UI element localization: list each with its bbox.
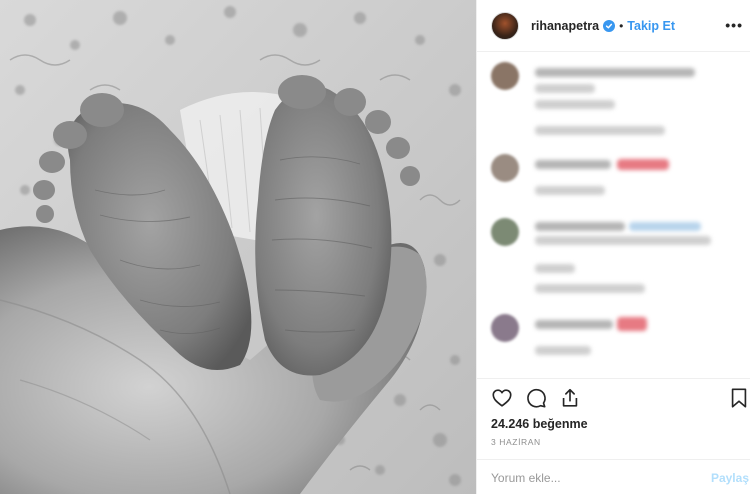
verified-badge-icon [603, 19, 616, 32]
bookmark-icon[interactable] [729, 387, 749, 414]
post-comment-button[interactable]: Paylaş [711, 471, 749, 485]
commenter-avatar[interactable] [491, 314, 519, 342]
blurred-text [535, 186, 605, 195]
follow-button[interactable]: Takip Et [627, 19, 675, 33]
blurred-text [535, 346, 591, 355]
blurred-text [535, 100, 615, 109]
commenter-avatar[interactable] [491, 62, 519, 90]
username-link[interactable]: rihanapetra [531, 19, 599, 33]
comment-input[interactable] [491, 470, 691, 485]
blurred-text [535, 284, 645, 293]
commenter-avatar[interactable] [491, 218, 519, 246]
blurred-text [617, 317, 647, 331]
post-actions-section: 24.246 beğenme 3 HAZİRAN Paylaş [477, 378, 750, 494]
user-avatar[interactable] [491, 11, 519, 40]
post-header: rihanapetra • Takip Et ••• [477, 0, 750, 52]
blurred-text [535, 160, 611, 169]
baby-feet-image [0, 0, 476, 494]
comment-icon[interactable] [525, 387, 547, 414]
blurred-text [629, 222, 701, 231]
more-options-button[interactable]: ••• [725, 17, 743, 33]
commenter-avatar[interactable] [491, 154, 519, 182]
separator-dot: • [619, 18, 624, 33]
blurred-text [617, 159, 669, 170]
likes-count[interactable]: 24.246 beğenme [491, 417, 588, 431]
post-date[interactable]: 3 HAZİRAN [491, 437, 541, 447]
share-icon[interactable] [559, 387, 581, 414]
blurred-text [535, 126, 665, 135]
post-photo[interactable] [0, 0, 476, 494]
blurred-text [535, 84, 595, 93]
add-comment-bar: Paylaş [477, 459, 750, 494]
blurred-text [535, 222, 625, 231]
heart-icon[interactable] [491, 387, 513, 414]
blurred-text [535, 68, 695, 77]
blurred-text [535, 236, 711, 245]
comments-list[interactable] [477, 52, 750, 378]
post-side-panel: rihanapetra • Takip Et ••• 24.246 beğenm… [476, 0, 750, 494]
blurred-text [535, 264, 575, 273]
blurred-text [535, 320, 613, 329]
